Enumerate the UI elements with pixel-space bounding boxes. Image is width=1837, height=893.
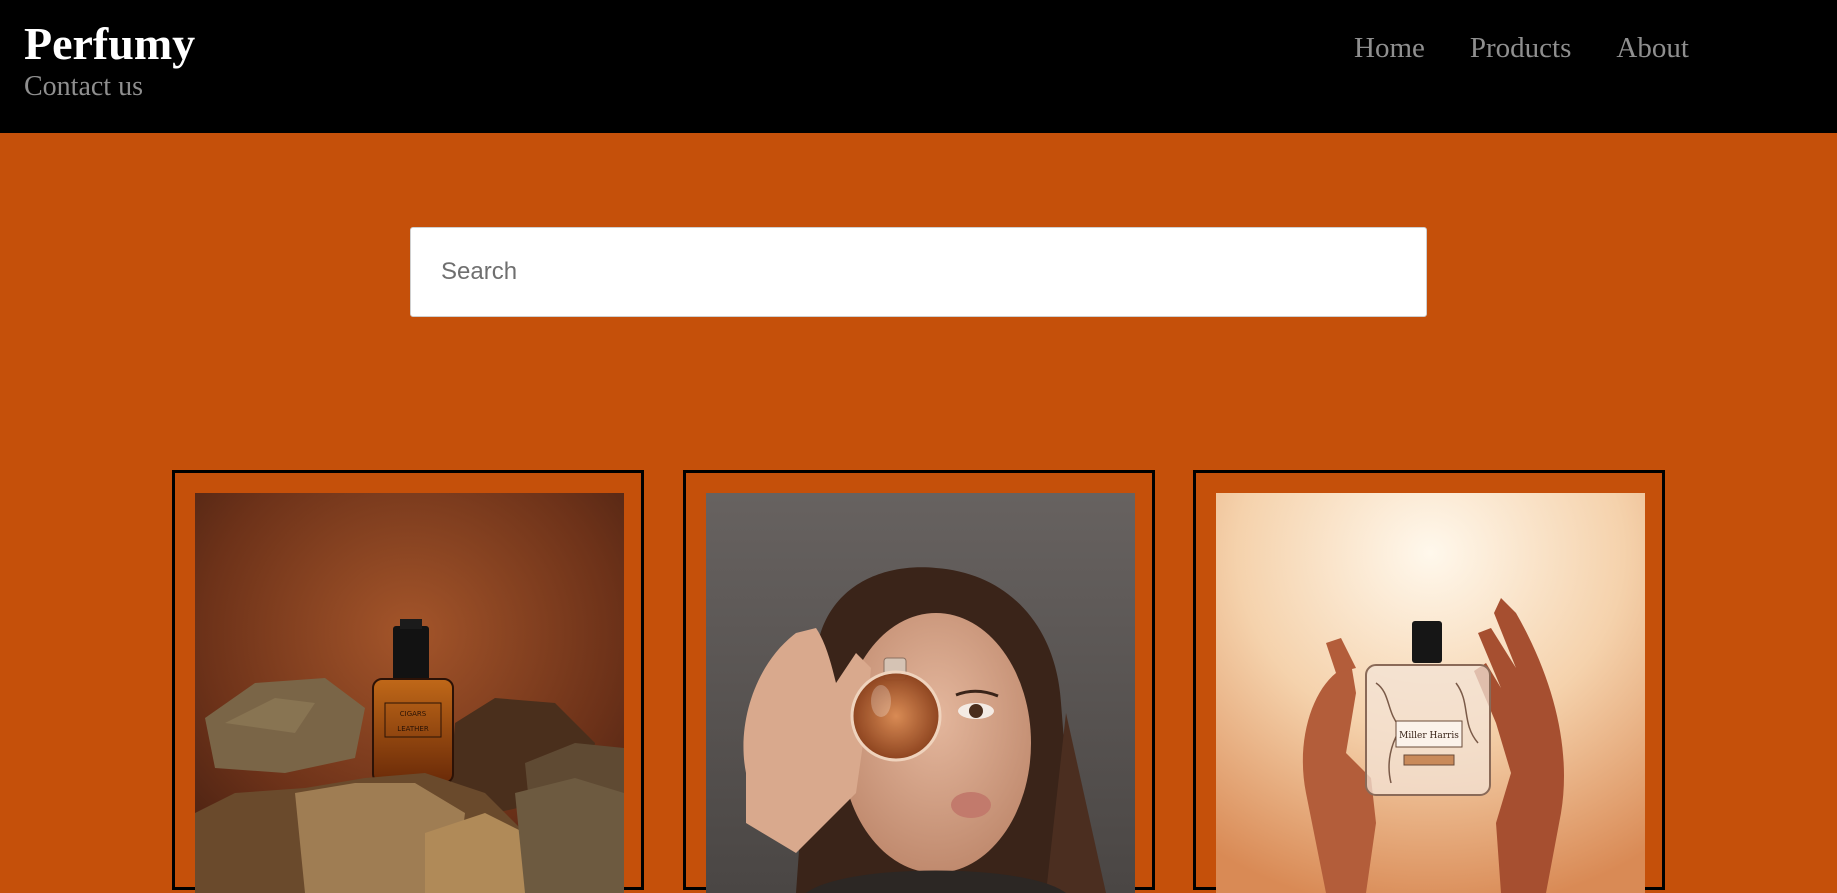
product-image <box>706 493 1135 893</box>
product-card[interactable]: Miller Harris <box>1193 470 1665 893</box>
svg-text:CIGARS: CIGARS <box>400 710 427 718</box>
svg-text:Miller Harris: Miller Harris <box>1399 731 1459 741</box>
svg-text:LEATHER: LEATHER <box>397 725 429 733</box>
product-image: CIGARS LEATHER <box>195 493 624 893</box>
woman-holding-perfume-to-eye-photo <box>706 493 1135 893</box>
site-header: Perfumy Contact us Home Products About <box>0 0 1837 133</box>
nav-products[interactable]: Products <box>1470 30 1572 66</box>
product-card[interactable] <box>683 470 1155 893</box>
brand-logo[interactable]: Perfumy <box>24 16 195 72</box>
main-nav: Home Products About <box>1354 30 1689 66</box>
perfume-bottle-on-rocks-photo: CIGARS LEATHER <box>195 493 624 893</box>
nav-contact-us[interactable]: Contact us <box>24 70 143 104</box>
product-card[interactable]: CIGARS LEATHER <box>172 470 644 893</box>
nav-about[interactable]: About <box>1616 30 1689 66</box>
product-image: Miller Harris <box>1216 493 1645 893</box>
nav-home[interactable]: Home <box>1354 30 1425 66</box>
search-input[interactable] <box>410 227 1427 317</box>
hands-holding-perfume-bottle-photo: Miller Harris <box>1216 493 1645 893</box>
